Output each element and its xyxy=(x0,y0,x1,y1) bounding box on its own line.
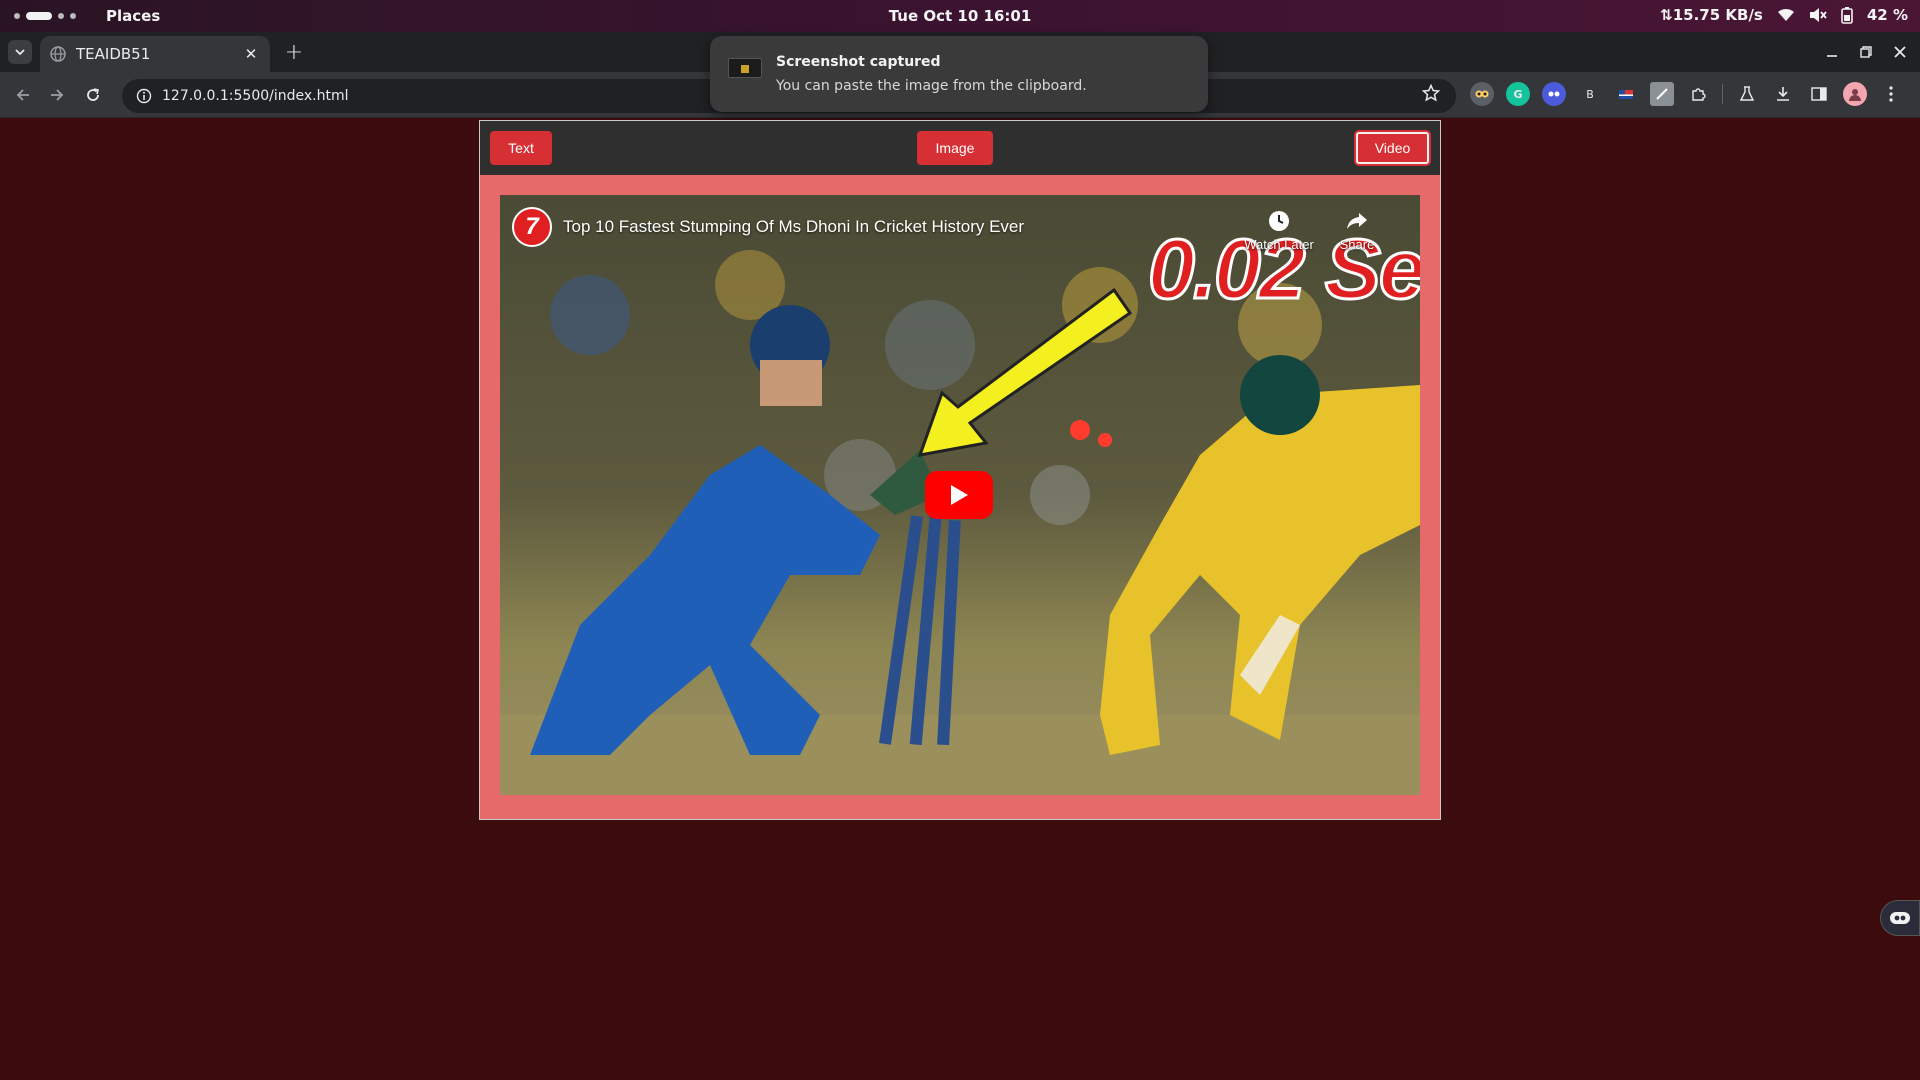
watch-later-label: Watch Later xyxy=(1244,237,1314,252)
battery-icon[interactable] xyxy=(1841,6,1853,24)
clock-icon xyxy=(1269,211,1289,231)
wifi-icon[interactable] xyxy=(1777,8,1795,22)
net-speed: ⇅15.75 KB/s xyxy=(1660,6,1763,24)
play-button[interactable] xyxy=(925,471,993,519)
toolbar-divider xyxy=(1722,84,1723,104)
notification-title: Screenshot captured xyxy=(776,54,941,70)
tab-search-button[interactable] xyxy=(8,40,32,64)
content-panel: Text Image Video 7 Top 10 Fastest Stumpi… xyxy=(479,120,1441,820)
channel-logo[interactable]: 7 xyxy=(512,207,552,247)
share-label: Share xyxy=(1339,237,1375,252)
play-icon xyxy=(951,485,968,505)
system-tray[interactable]: ⇅15.75 KB/s 42 % xyxy=(1660,6,1908,24)
url-text: 127.0.0.1:5500/index.html xyxy=(162,88,349,104)
copilot-icon[interactable] xyxy=(1542,82,1566,106)
globe-icon xyxy=(50,46,66,62)
workspace-dot[interactable] xyxy=(70,13,76,19)
places-menu[interactable]: Places xyxy=(106,7,160,25)
video-title[interactable]: Top 10 Fastest Stumping Of Ms Dhoni In C… xyxy=(563,217,1024,237)
notification-body: You can paste the image from the clipboa… xyxy=(776,78,1087,94)
watch-later-button[interactable]: Watch Later xyxy=(1234,209,1324,252)
reload-icon[interactable] xyxy=(82,84,104,106)
copilot-icon xyxy=(1890,912,1910,924)
window-controls xyxy=(1822,42,1910,62)
restore-icon[interactable] xyxy=(1856,42,1876,62)
video-button[interactable]: Video xyxy=(1355,131,1430,165)
chevron-down-icon xyxy=(15,49,25,56)
media-nav-bar: Text Image Video xyxy=(480,121,1440,175)
grammarly-icon[interactable]: G xyxy=(1506,82,1530,106)
close-tab-icon[interactable]: ✕ xyxy=(242,45,260,63)
profile-avatar[interactable] xyxy=(1843,82,1867,106)
site-info-icon[interactable] xyxy=(136,88,152,104)
puzzle-icon[interactable] xyxy=(1686,82,1710,106)
screenshot-thumbnail-icon xyxy=(728,58,762,78)
flag-extension-icon[interactable] xyxy=(1614,82,1638,106)
text-button[interactable]: Text xyxy=(490,131,552,165)
clock-label[interactable]: Tue Oct 10 16:01 xyxy=(889,7,1032,25)
workspace-dot[interactable] xyxy=(14,13,20,19)
workspace-indicator[interactable] xyxy=(14,12,76,20)
image-button[interactable]: Image xyxy=(917,131,993,165)
close-window-icon[interactable] xyxy=(1890,42,1910,62)
workspace-dot[interactable] xyxy=(58,13,64,19)
new-tab-button[interactable]: + xyxy=(282,40,306,65)
tab-title: TEAIDB51 xyxy=(76,45,151,63)
share-arrow-icon xyxy=(1347,213,1367,229)
video-frame-area: 7 Top 10 Fastest Stumping Of Ms Dhoni In… xyxy=(480,175,1440,819)
b-extension-icon[interactable]: B xyxy=(1578,82,1602,106)
back-arrow-icon[interactable] xyxy=(12,84,34,106)
battery-percent: 42 % xyxy=(1866,6,1908,24)
download-icon[interactable] xyxy=(1771,82,1795,106)
minimize-icon[interactable] xyxy=(1822,42,1842,62)
copilot-floating-button[interactable] xyxy=(1880,900,1920,936)
kebab-menu-icon[interactable] xyxy=(1879,82,1903,106)
forward-arrow-icon[interactable] xyxy=(46,84,68,106)
labs-icon[interactable] xyxy=(1735,82,1759,106)
extensions-row: G B xyxy=(1470,82,1903,106)
youtube-embed[interactable]: 7 Top 10 Fastest Stumping Of Ms Dhoni In… xyxy=(500,195,1420,795)
clock: Tue Oct 10 16:01 xyxy=(0,7,1920,25)
sheet-extension-icon[interactable] xyxy=(1650,82,1674,106)
workspace-active-pill[interactable] xyxy=(26,12,52,20)
bookmark-star-icon[interactable] xyxy=(1422,84,1440,102)
screenshot-notification[interactable]: Screenshot captured You can paste the im… xyxy=(710,36,1208,112)
owl-extension-icon[interactable] xyxy=(1470,82,1494,106)
system-top-bar: Places Tue Oct 10 16:01 ⇅15.75 KB/s 42 % xyxy=(0,0,1920,32)
sidepanel-icon[interactable] xyxy=(1807,82,1831,106)
muted-speaker-icon[interactable] xyxy=(1809,7,1827,23)
browser-tab[interactable]: TEAIDB51 ✕ xyxy=(40,36,270,72)
share-button[interactable]: Share xyxy=(1312,209,1402,252)
